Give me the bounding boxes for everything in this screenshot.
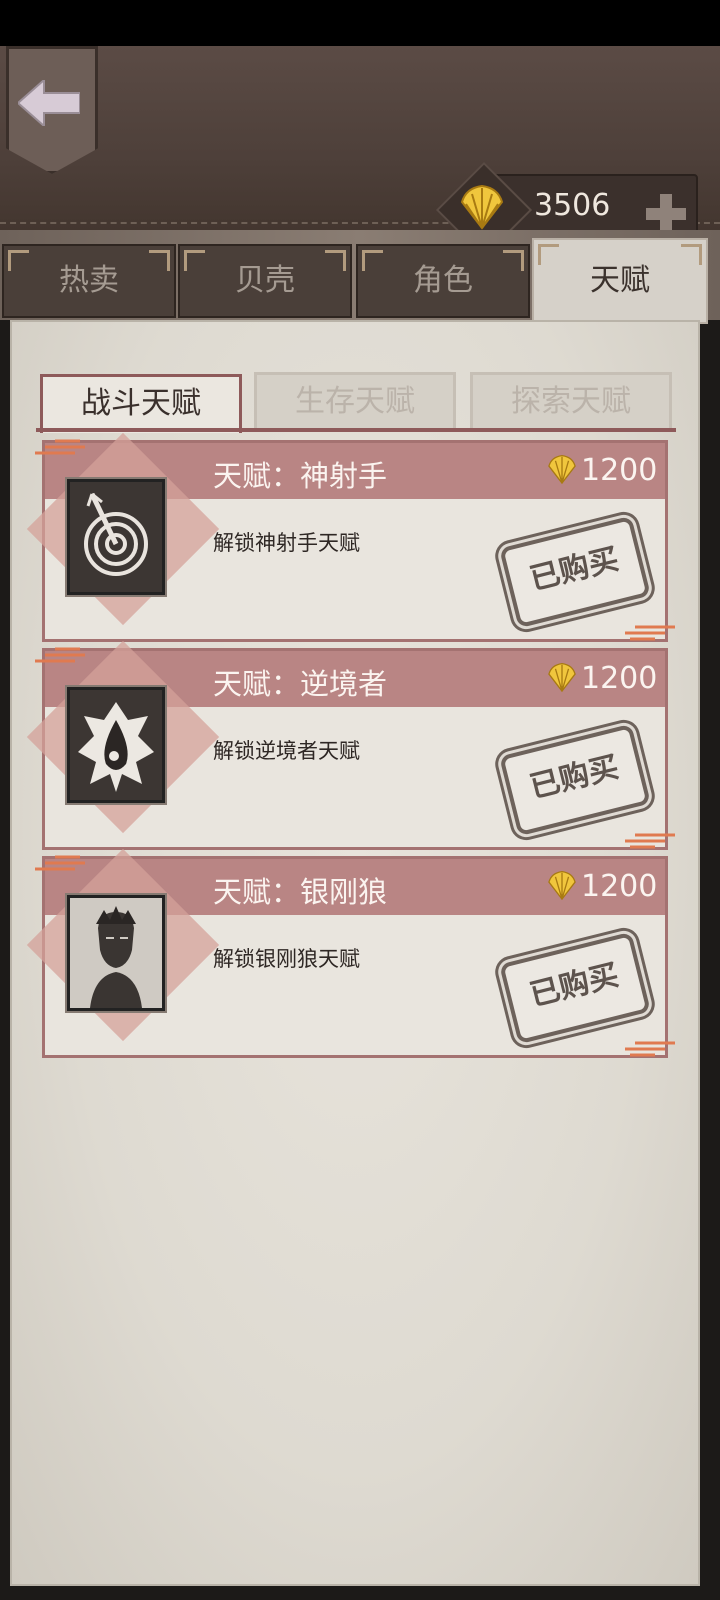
talent-description: 解锁神射手天赋 — [213, 531, 360, 555]
tab-shells[interactable]: 贝壳 — [178, 244, 352, 318]
target-arrow-icon — [84, 492, 148, 576]
purchased-stamp[interactable]: 已购买 — [499, 723, 651, 837]
cloud-ornament-icon — [35, 647, 85, 663]
cloud-ornament-icon — [35, 855, 85, 871]
cloud-ornament-icon — [625, 625, 675, 641]
purchased-stamp[interactable]: 已购买 — [499, 931, 651, 1045]
tab-label: 贝壳 — [235, 263, 295, 298]
talent-cost: 1200 — [581, 453, 658, 488]
tab-label: 天赋 — [590, 263, 650, 298]
header-bar: 3506 — [0, 46, 720, 259]
currency-amount: 3506 — [534, 188, 611, 223]
tab-corner — [184, 250, 205, 271]
shell-coin-icon — [548, 662, 576, 693]
tab-corner — [538, 244, 559, 265]
subtab-combat-talents[interactable]: 战斗天赋 — [40, 374, 242, 433]
back-arrow-icon — [18, 80, 80, 126]
tab-corner — [325, 250, 346, 271]
talent-name: 天赋：逆境者 — [213, 667, 388, 701]
cloud-ornament-icon — [35, 439, 85, 455]
back-button[interactable] — [6, 46, 98, 174]
status-bar — [0, 0, 720, 46]
shell-coin-icon — [548, 454, 576, 485]
tab-talents[interactable]: 天赋 — [532, 238, 708, 324]
subtab-label: 战斗天赋 — [81, 386, 201, 421]
tab-corner — [8, 250, 29, 271]
subtab-survival-talents[interactable]: 生存天赋 — [254, 372, 456, 432]
talent-description: 解锁银刚狼天赋 — [213, 947, 360, 971]
purchased-label: 已购买 — [526, 957, 623, 1014]
purchased-label: 已购买 — [526, 541, 623, 598]
talent-card: 天赋：银刚狼 1200 解锁银刚狼天赋 已购买 — [26, 848, 675, 1058]
tab-label: 角色 — [413, 263, 473, 298]
shell-coin-icon — [460, 184, 504, 230]
tab-corner — [681, 244, 702, 265]
tab-corner — [503, 250, 524, 271]
talent-name: 天赋：银刚狼 — [213, 875, 388, 909]
sub-tab-bar: 战斗天赋 生存天赋 探索天赋 — [36, 372, 676, 433]
cloud-ornament-icon — [625, 1041, 675, 1057]
sub-tab-underline — [36, 428, 676, 432]
card-icon-frame — [65, 893, 167, 1013]
purchased-label: 已购买 — [526, 749, 623, 806]
tab-label: 热卖 — [59, 263, 119, 298]
card-icon-frame — [65, 477, 167, 597]
cloud-ornament-icon — [625, 833, 675, 849]
tab-hot-sale[interactable]: 热卖 — [2, 244, 176, 318]
card-icon-frame — [65, 685, 167, 805]
talent-cost: 1200 — [581, 661, 658, 696]
add-currency-icon[interactable] — [646, 194, 686, 234]
subtab-exploration-talents[interactable]: 探索天赋 — [470, 372, 672, 432]
subtab-label: 探索天赋 — [511, 384, 631, 419]
talent-cost: 1200 — [581, 869, 658, 904]
talent-card: 天赋：神射手 1200 解锁神射手天赋 已购买 — [26, 432, 675, 642]
tab-corner — [149, 250, 170, 271]
tab-characters[interactable]: 角色 — [356, 244, 530, 318]
shell-coin-icon — [548, 870, 576, 901]
tab-corner — [362, 250, 383, 271]
talent-description: 解锁逆境者天赋 — [213, 739, 360, 763]
wolverine-portrait-icon — [70, 898, 162, 1008]
blood-drop-icon — [78, 702, 154, 792]
purchased-stamp[interactable]: 已购买 — [499, 515, 651, 629]
talent-card: 天赋：逆境者 1200 解锁逆境者天赋 已购买 — [26, 640, 675, 850]
subtab-label: 生存天赋 — [295, 384, 415, 419]
talent-name: 天赋：神射手 — [213, 459, 388, 493]
